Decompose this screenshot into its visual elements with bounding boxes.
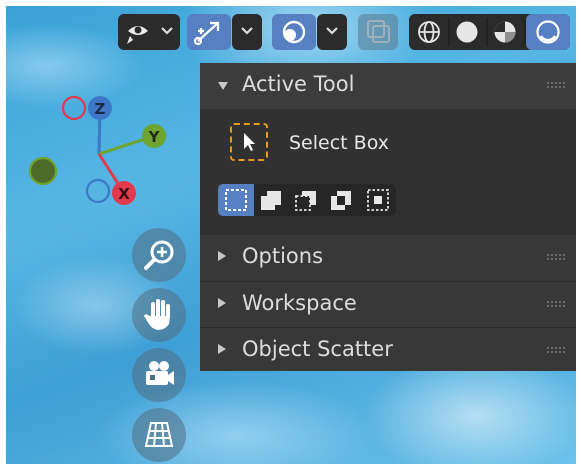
mode-subtract-button[interactable] <box>289 184 324 216</box>
pan-button[interactable] <box>132 288 186 342</box>
expand-triangle-icon <box>218 298 226 308</box>
chevron-down-icon <box>326 27 338 35</box>
sidebar-panel: Active Tool Select Box Options Workspace… <box>200 63 576 371</box>
perspective-toggle-button[interactable] <box>132 408 186 462</box>
chevron-down-icon <box>241 27 253 35</box>
solid-shading-icon[interactable] <box>456 21 478 43</box>
drag-grip-icon[interactable] <box>546 300 566 308</box>
xray-toggle-button[interactable] <box>358 14 398 50</box>
wireframe-shading-icon[interactable] <box>418 21 440 43</box>
negative-y-axis-handle <box>28 156 58 186</box>
chevron-down-icon <box>161 27 173 35</box>
selectability-visibility-dropdown[interactable] <box>118 14 180 50</box>
mode-set-button[interactable] <box>218 184 254 216</box>
mode-extend-icon <box>261 191 281 210</box>
xray-toggle-icon <box>367 20 390 43</box>
hand-pan-icon <box>144 299 170 330</box>
mode-difference-icon <box>331 191 351 210</box>
grid-perspective-icon <box>144 422 174 447</box>
section-label: Object Scatter <box>242 337 393 361</box>
negative-x-axis-handle <box>61 95 87 121</box>
section-label: Workspace <box>242 291 357 315</box>
section-label: Options <box>242 244 324 268</box>
negative-z-axis-handle <box>85 178 111 204</box>
3d-viewport[interactable]: Z Y X Active Tool Select Box Options Wor… <box>6 6 576 464</box>
zoom-magnifier-icon <box>144 240 174 270</box>
drag-grip-icon[interactable] <box>546 346 566 354</box>
mode-intersect-icon <box>367 189 389 211</box>
mode-new-selection-icon <box>225 189 247 211</box>
expand-triangle-icon <box>218 344 226 354</box>
z-axis-label: Z <box>95 100 106 118</box>
tool-name-label: Select Box <box>289 132 389 154</box>
x-axis-label: X <box>118 185 130 203</box>
selection-mode-group <box>218 184 396 216</box>
active-tool-title: Active Tool <box>242 72 355 96</box>
visibility-eye-icon <box>127 26 148 44</box>
workspace-section-header[interactable]: Workspace <box>200 281 576 328</box>
mode-intersect-button[interactable] <box>360 184 396 216</box>
overlays-toggle-button[interactable] <box>272 14 316 50</box>
drag-grip-icon[interactable] <box>546 81 566 89</box>
active-tool-header[interactable]: Active Tool <box>200 63 576 109</box>
gizmo-toggle-button[interactable] <box>187 14 231 50</box>
gizmo-dropdown-button[interactable] <box>232 14 262 50</box>
orientation-gizmo[interactable]: Z Y X <box>28 90 178 220</box>
zoom-button[interactable] <box>132 228 186 282</box>
y-axis-label: Y <box>148 128 161 146</box>
gizmo-arrows-icon <box>193 21 220 46</box>
material-preview-icon[interactable] <box>494 21 516 43</box>
object-scatter-section-header[interactable]: Object Scatter <box>200 327 576 371</box>
collapse-triangle-icon <box>218 82 228 90</box>
mode-extend-button[interactable] <box>254 184 289 216</box>
options-section-header[interactable]: Options <box>200 235 576 281</box>
camera-view-button[interactable] <box>132 348 186 402</box>
select-box-tool-icon[interactable] <box>230 123 268 161</box>
drag-grip-icon[interactable] <box>546 253 566 261</box>
camera-icon <box>146 361 174 385</box>
mode-subtract-icon <box>295 191 316 211</box>
mode-difference-button[interactable] <box>324 184 360 216</box>
shading-mode-group <box>409 14 570 50</box>
cursor-arrow-icon <box>244 133 255 151</box>
overlays-icon <box>282 20 306 44</box>
overlays-dropdown-button[interactable] <box>317 14 347 50</box>
expand-triangle-icon <box>218 251 226 261</box>
